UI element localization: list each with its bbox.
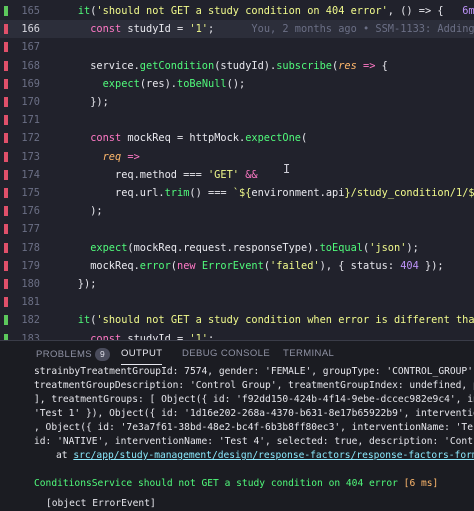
code-line[interactable]: 178 expect(mockReq.request.responseType)… bbox=[0, 239, 474, 257]
code-text: req => bbox=[102, 150, 140, 163]
code-line[interactable]: 171 bbox=[0, 111, 474, 129]
output-line: treatmentGroupDescription: 'Control Grou… bbox=[34, 380, 474, 391]
code-line[interactable]: 179 mockReq.error(new ErrorEvent('failed… bbox=[0, 257, 474, 275]
code-text: const studyId = '1'; You, 2 months ago •… bbox=[53, 20, 474, 38]
line-number: 168 bbox=[21, 59, 40, 72]
gutter-modified-marker bbox=[4, 224, 8, 235]
tab-problems[interactable]: PROBLEMS 9 bbox=[36, 348, 111, 361]
stack-at-label: at bbox=[56, 450, 74, 461]
line-number: 176 bbox=[21, 205, 40, 218]
code-text: expect(res).toBeNull(); bbox=[102, 77, 246, 90]
gutter-modified-marker bbox=[4, 279, 8, 289]
gutter-modified-marker bbox=[4, 42, 8, 53]
gutter-modified-marker bbox=[4, 169, 8, 180]
tab-terminal[interactable]: TERMINAL bbox=[283, 348, 334, 359]
code-text: service.getCondition(studyId).subscribe(… bbox=[53, 59, 388, 72]
code-line[interactable]: 182 it('should not GET a study condition… bbox=[0, 311, 474, 329]
bottom-panel: PROBLEMS 9 OUTPUT DEBUG CONSOLE TERMINAL … bbox=[0, 340, 474, 511]
gutter-modified-marker bbox=[4, 151, 8, 162]
gutter-modified-marker bbox=[4, 78, 8, 89]
code-editor[interactable]: 165 it('should not GET a study condition… bbox=[0, 0, 474, 340]
code-line[interactable]: 180 }); bbox=[0, 275, 474, 293]
line-number: 175 bbox=[21, 187, 40, 199]
output-line: strainbyTreatmentGroupId: 7574, gender: … bbox=[34, 366, 474, 377]
code-text: req.url.trim() === `${environment.api}/s… bbox=[53, 187, 474, 199]
code-text: mockReq.error(new ErrorEvent('failed'), … bbox=[53, 259, 444, 272]
code-line[interactable]: 174 req.method === 'GET' && bbox=[0, 166, 474, 184]
code-line[interactable]: 166 const studyId = '1'; You, 2 months a… bbox=[0, 20, 474, 39]
line-number: 182 bbox=[21, 314, 40, 327]
code-line[interactable]: 165 it('should not GET a study condition… bbox=[0, 2, 474, 20]
code-line[interactable]: 181 bbox=[0, 293, 474, 311]
code-text: req.method === 'GET' && bbox=[53, 168, 258, 181]
code-line[interactable]: 170 }); bbox=[0, 93, 474, 111]
line-number: 178 bbox=[21, 241, 40, 254]
line-number: 169 bbox=[21, 77, 40, 90]
problems-count-badge: 9 bbox=[95, 348, 111, 361]
code-line[interactable]: 169 expect(res).toBeNull(); bbox=[0, 75, 474, 93]
line-number: 179 bbox=[21, 259, 40, 272]
stack-trace-link[interactable]: src/app/study-management/design/response… bbox=[73, 450, 474, 461]
code-line[interactable]: 168 service.getCondition(studyId).subscr… bbox=[0, 57, 474, 75]
gutter-modified-marker bbox=[4, 188, 8, 198]
test-pass-time: [6 ms] bbox=[397, 478, 439, 489]
test-pass-line: ConditionsService should not GET a study… bbox=[34, 477, 474, 491]
gutter-added-marker bbox=[4, 315, 8, 326]
text-cursor-icon: I bbox=[283, 162, 291, 176]
output-line: , Object({ id: '7e3a7f61-38bd-48e2-bc4f-… bbox=[34, 422, 474, 433]
code-text: ); bbox=[53, 205, 103, 218]
test-pass-text: ConditionsService should not GET a study… bbox=[34, 478, 398, 489]
code-text: it('should not GET a study condition whe… bbox=[77, 314, 474, 327]
code-line[interactable]: 167 bbox=[0, 38, 474, 56]
stack-trace-line: at src/app/study-management/design/respo… bbox=[56, 449, 474, 463]
gutter-modified-marker bbox=[4, 97, 8, 107]
gutter-modified-marker bbox=[4, 260, 8, 271]
line-number: 165 bbox=[21, 5, 40, 17]
line-number: 177 bbox=[21, 223, 40, 236]
line-number: 180 bbox=[21, 278, 40, 290]
code-text: }); bbox=[53, 278, 97, 290]
line-number: 166 bbox=[21, 23, 40, 36]
tab-problems-label: PROBLEMS bbox=[36, 349, 92, 360]
gutter-modified-marker bbox=[4, 115, 8, 126]
line-number: 171 bbox=[21, 114, 40, 127]
code-line[interactable]: 175 req.url.trim() === `${environment.ap… bbox=[0, 184, 474, 202]
line-number: 173 bbox=[21, 150, 40, 163]
gutter-added-marker bbox=[4, 6, 8, 16]
code-line[interactable]: 172 const mockReq = httpMock.expectOne( bbox=[0, 129, 474, 147]
gutter-modified-marker bbox=[4, 297, 8, 308]
code-line[interactable]: 177 bbox=[0, 220, 474, 238]
git-blame-annotation: You, 2 months ago • SSM-1133: Adding no-… bbox=[251, 23, 474, 36]
gutter-modified-marker bbox=[4, 133, 8, 144]
output-line: ], treatmentGroups: [ Object({ id: 'f92d… bbox=[34, 394, 474, 405]
gutter-modified-marker bbox=[4, 60, 8, 71]
gutter-modified-marker bbox=[4, 24, 8, 35]
code-text: it('should not GET a study condition on … bbox=[77, 5, 474, 17]
gutter-modified-marker bbox=[4, 206, 8, 217]
panel-tabs: PROBLEMS 9 OUTPUT DEBUG CONSOLE TERMINAL bbox=[0, 341, 474, 367]
code-text: const studyId = '1'; bbox=[90, 332, 215, 340]
output-line: id: 'NATIVE', interventionName: 'Test 4'… bbox=[34, 436, 474, 447]
line-number: 172 bbox=[21, 132, 40, 145]
tab-debug-console[interactable]: DEBUG CONSOLE bbox=[182, 348, 270, 359]
test-result-line: [object ErrorEvent] bbox=[46, 498, 156, 509]
code-line[interactable]: 183 const studyId = '1'; bbox=[0, 330, 474, 340]
tab-output[interactable]: OUTPUT bbox=[121, 348, 163, 365]
code-line[interactable]: 176 ); bbox=[0, 202, 474, 220]
code-text: }); bbox=[53, 96, 109, 108]
code-text: expect(mockReq.request.responseType).toE… bbox=[90, 241, 419, 254]
line-number: 183 bbox=[21, 332, 40, 340]
line-number: 170 bbox=[21, 96, 40, 108]
line-number: 181 bbox=[21, 296, 40, 309]
line-number: 174 bbox=[21, 168, 40, 181]
line-number: 167 bbox=[21, 41, 40, 54]
output-line: 'Test 1' }), Object({ id: '1d16e202-268a… bbox=[34, 408, 474, 419]
code-text: const mockReq = httpMock.expectOne( bbox=[90, 132, 308, 145]
code-line[interactable]: 173 req => bbox=[0, 148, 474, 166]
gutter-modified-marker bbox=[4, 242, 8, 253]
